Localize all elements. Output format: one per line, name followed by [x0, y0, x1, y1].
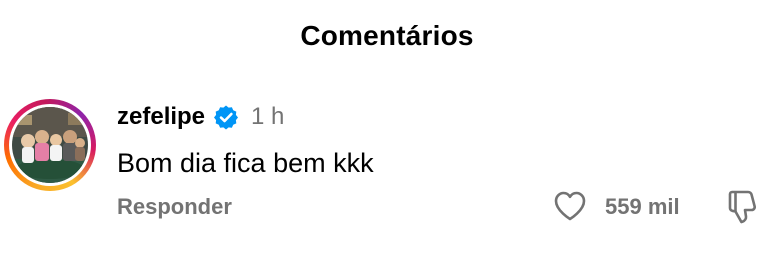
- thumbs-down-icon[interactable]: [726, 189, 758, 225]
- reply-button[interactable]: Responder: [117, 194, 232, 220]
- avatar-story-ring[interactable]: [4, 99, 96, 191]
- page-title: Comentários: [300, 20, 474, 51]
- comment-username[interactable]: zefelipe: [117, 103, 205, 131]
- avatar[interactable]: [12, 107, 88, 183]
- comment-text: Bom dia fica bem kkk: [117, 148, 374, 178]
- heart-outline-icon[interactable]: [553, 190, 587, 222]
- avatar-ring-gap: [9, 104, 91, 186]
- avatar-photo: [12, 107, 88, 183]
- comment-timestamp: 1 h: [251, 103, 285, 130]
- verified-badge-icon: [213, 104, 239, 130]
- like-count: 559 mil: [605, 194, 680, 219]
- comment-meta: zefelipe 1 h: [117, 102, 284, 132]
